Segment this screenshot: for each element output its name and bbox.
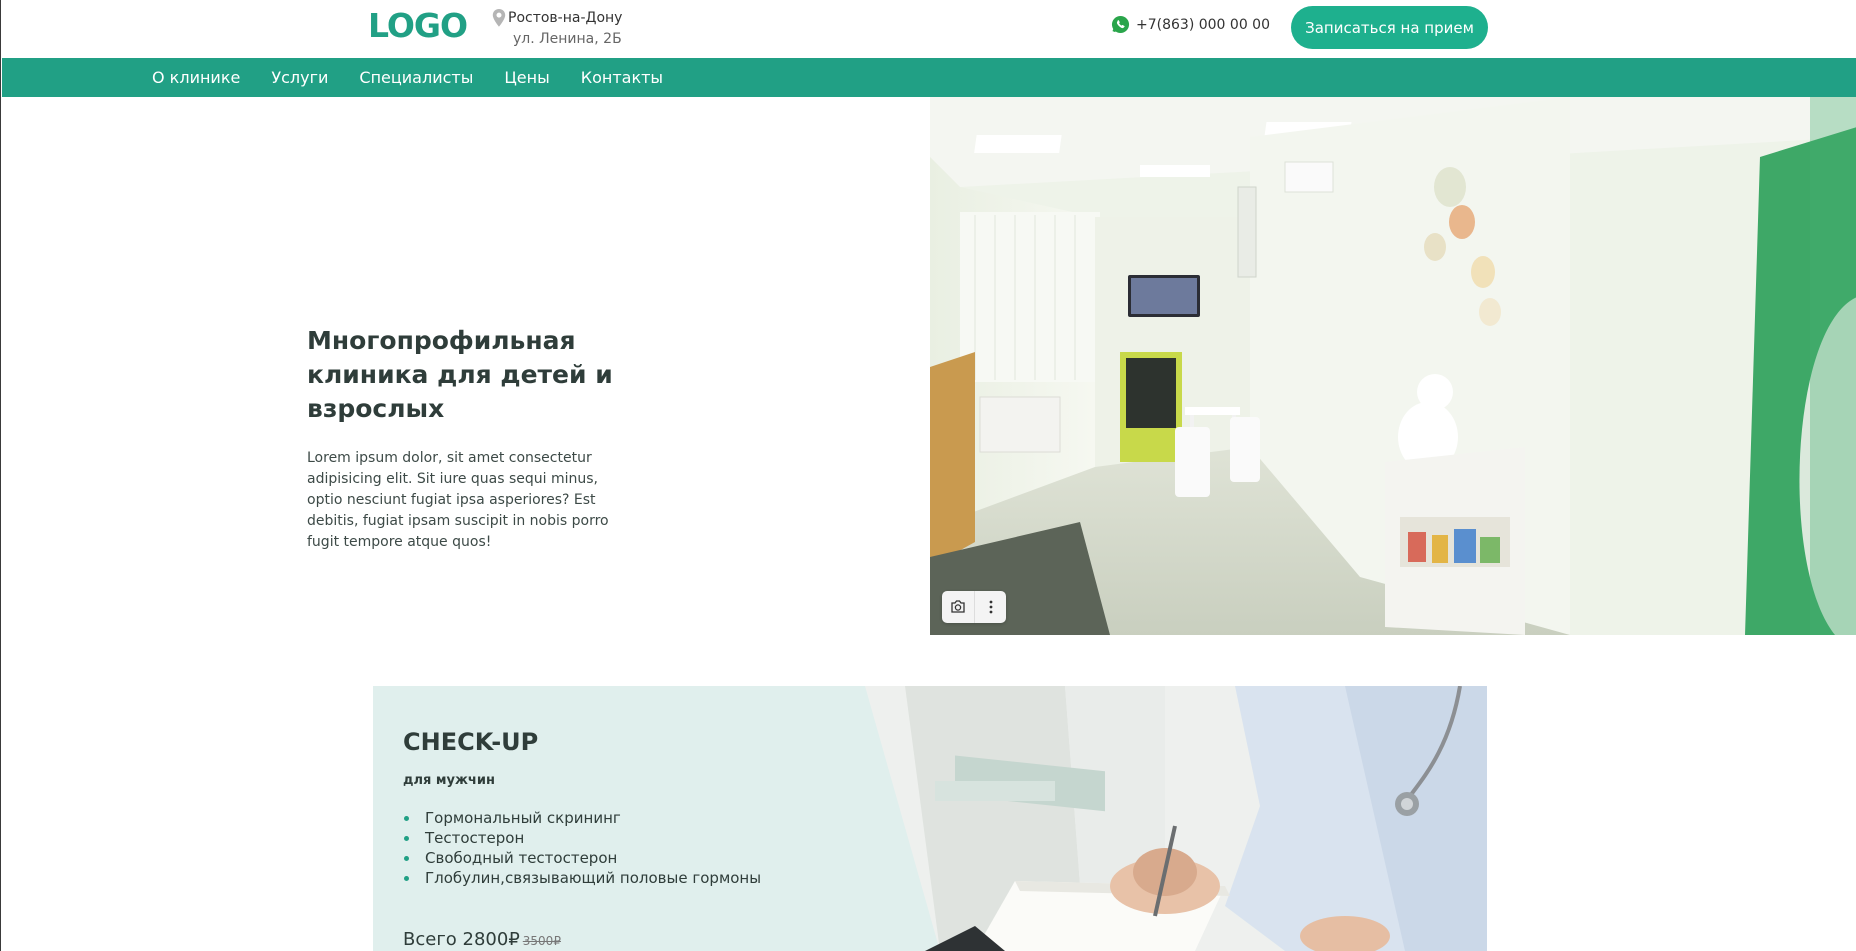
- checkup-title: CHECK-UP: [403, 728, 539, 756]
- camera-icon[interactable]: [942, 591, 974, 623]
- clinic-room-illustration: [930, 97, 1856, 635]
- nav-item-prices[interactable]: Цены: [504, 68, 549, 87]
- old-price: 3500₽: [522, 934, 561, 948]
- address-block: Ростов-на-Дону ул. Ленина, 2Б: [492, 8, 622, 50]
- photo-toolbar: [942, 591, 1006, 623]
- list-item: Гормональный скрининг: [403, 808, 761, 828]
- address-city: Ростов-на-Дону: [508, 10, 623, 26]
- hero-description: Lorem ipsum dolor, sit amet consectetur …: [307, 450, 609, 550]
- nav-item-contacts[interactable]: Контакты: [581, 68, 663, 87]
- address-street: ул. Ленина, 2Б: [513, 31, 622, 47]
- more-options-icon[interactable]: [974, 591, 1006, 623]
- current-price: Всего 2800₽: [403, 929, 520, 950]
- checkup-test-list: Гормональный скрининг Тестостерон Свобод…: [403, 808, 761, 888]
- nav-item-about[interactable]: О клинике: [152, 68, 240, 87]
- site-header: LOGO Ростов-на-Дону ул. Ленина, 2Б +7(86…: [1, 0, 1856, 58]
- hero-text: Многопрофильная клиника для детей и взро…: [307, 324, 637, 553]
- phone-number[interactable]: +7(863) 000 00 00: [1136, 17, 1270, 33]
- phone-contact[interactable]: +7(863) 000 00 00: [1111, 15, 1270, 34]
- checkup-price: Всего 2800₽ 3500₽: [403, 929, 561, 950]
- list-item: Тестостерон: [403, 828, 761, 848]
- book-appointment-button[interactable]: Записаться на прием: [1291, 6, 1488, 49]
- list-item: Свободный тестостерон: [403, 848, 761, 868]
- hero-title: Многопрофильная клиника для детей и взро…: [307, 326, 613, 423]
- nav-item-specialists[interactable]: Специалисты: [359, 68, 473, 87]
- checkup-subtitle: для мужчин: [403, 773, 495, 788]
- doctor-writing-photo: [865, 686, 1487, 951]
- location-pin-icon: [492, 9, 506, 27]
- whatsapp-icon: [1111, 15, 1130, 34]
- list-item: Глобулин,связывающий половые гормоны: [403, 868, 761, 888]
- checkup-card: CHECK-UP для мужчин Гормональный скринин…: [373, 686, 1487, 951]
- logo[interactable]: LOGO: [368, 6, 468, 45]
- main-nav: О клинике Услуги Специалисты Цены Контак…: [2, 58, 1856, 97]
- nav-item-services[interactable]: Услуги: [271, 68, 328, 87]
- clinic-room-photo: [930, 97, 1856, 635]
